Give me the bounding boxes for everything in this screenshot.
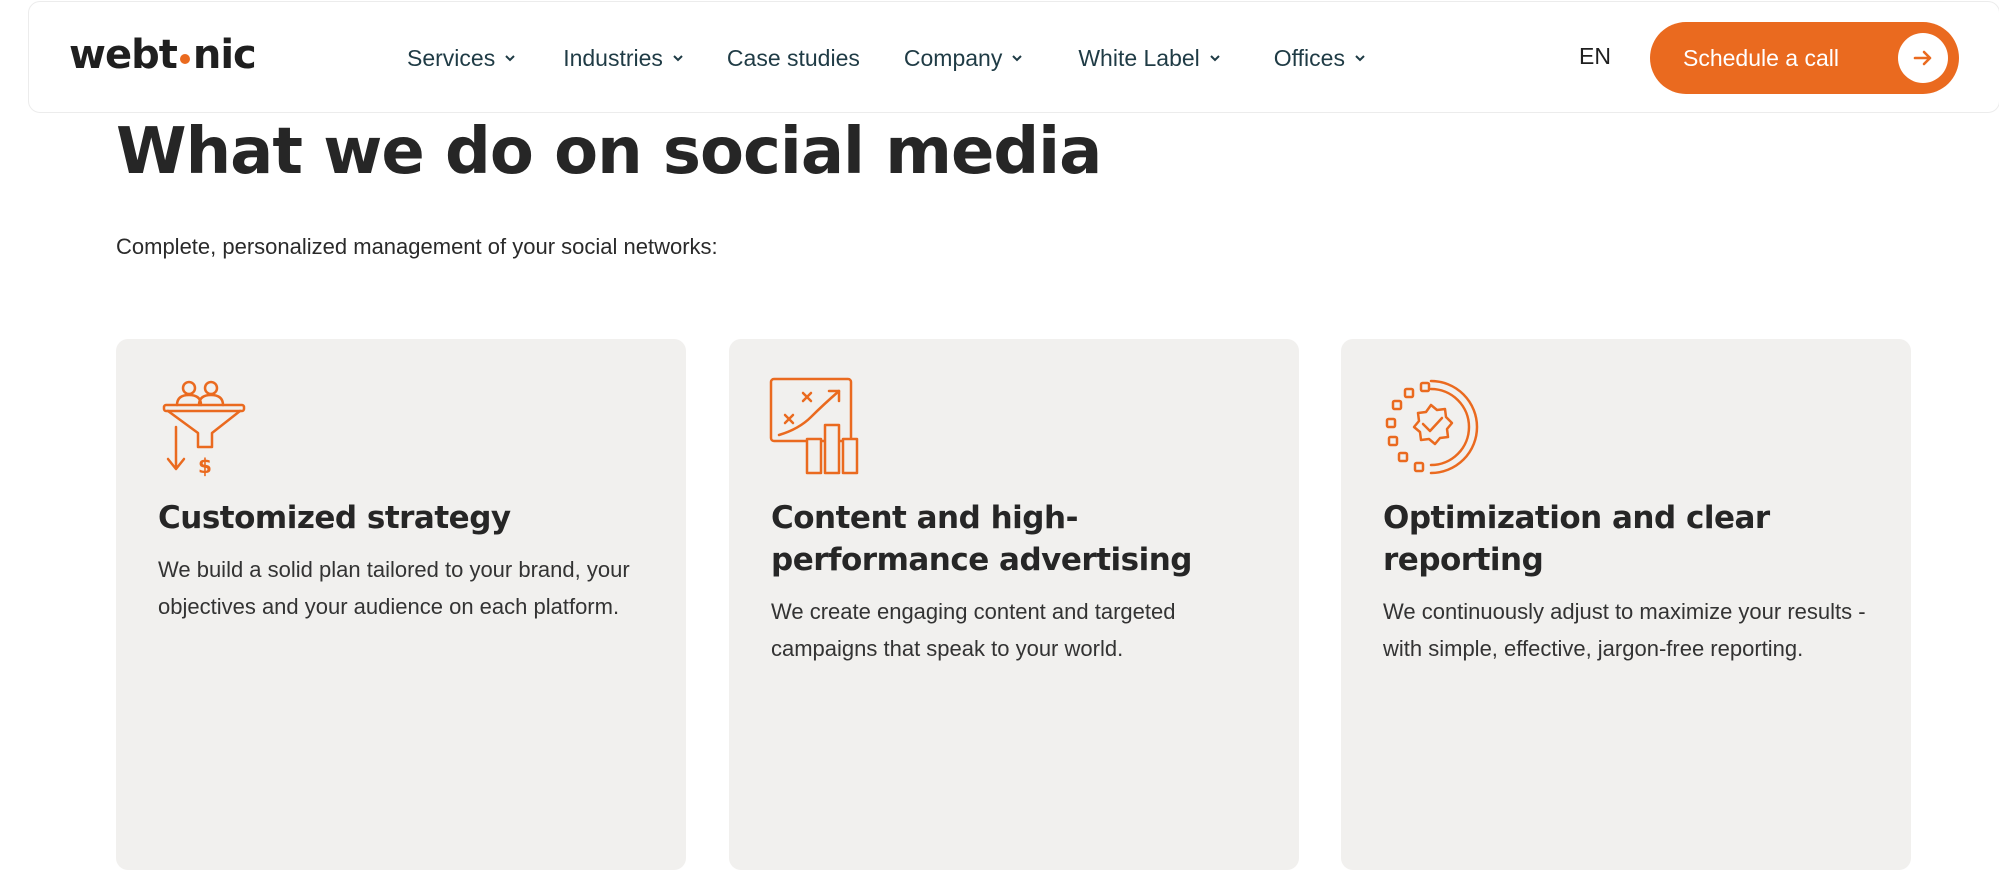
schedule-call-label: Schedule a call	[1683, 44, 1839, 71]
service-card-content: Content and high-performance advertising…	[729, 339, 1299, 870]
card-description: We create engaging content and targeted …	[771, 599, 1176, 661]
nav-item-label: Company	[903, 44, 1003, 71]
site-header: webt nic Services Industries Case studies…	[28, 1, 1999, 113]
language-switcher[interactable]: EN	[1579, 43, 1611, 70]
svg-text:$: $	[198, 454, 212, 477]
schedule-call-button[interactable]: Schedule a call	[1650, 22, 1959, 94]
funnel-icon: $	[162, 380, 246, 477]
nav-item-industries[interactable]: Industries	[563, 45, 683, 72]
service-card-optimization: Optimization and clear reporting We cont…	[1341, 339, 1911, 870]
chevron-down-icon	[1210, 55, 1220, 62]
chart-strategy-icon	[769, 377, 859, 475]
card-description: We continuously adjust to maximize your …	[1383, 599, 1866, 661]
service-card-strategy: $ Customized strategy We build a solid p…	[116, 339, 686, 870]
nav-item-label: White Label	[1078, 44, 1200, 71]
nav-item-case-studies[interactable]: Case studies	[727, 45, 860, 72]
chevron-down-icon	[1012, 55, 1023, 62]
main-nav: Services Industries Case studies Company…	[407, 2, 1365, 114]
card-title: Optimization and clear reporting	[1383, 500, 1770, 578]
nav-item-offices[interactable]: Offices	[1274, 45, 1365, 72]
card-title: Content and high-performance advertising	[771, 500, 1192, 578]
chevron-down-icon	[505, 55, 515, 62]
logo-text-right: nic	[192, 32, 257, 78]
chevron-down-icon	[673, 55, 683, 62]
arrow-right-icon	[1898, 33, 1948, 83]
logo[interactable]: webt nic	[69, 32, 257, 78]
nav-item-services[interactable]: Services	[407, 45, 515, 72]
logo-dot	[179, 54, 190, 64]
nav-item-label: Services	[407, 44, 496, 71]
nav-item-label: Industries	[563, 44, 663, 71]
page-subtitle: Complete, personalized management of you…	[116, 234, 718, 259]
card-description: We build a solid plan tailored to your b…	[158, 557, 630, 619]
nav-item-company[interactable]: Company	[903, 44, 1023, 72]
nav-item-label: Case studies	[726, 44, 860, 71]
card-title: Customized strategy	[158, 500, 511, 536]
nav-item-label: Offices	[1273, 44, 1345, 71]
logo-text-left: webt	[69, 32, 178, 78]
chevron-down-icon	[1355, 55, 1365, 62]
page-title: What we do on social media	[116, 115, 1102, 189]
nav-item-white-label[interactable]: White Label	[1078, 44, 1220, 72]
optimization-badge-icon	[1385, 379, 1479, 475]
